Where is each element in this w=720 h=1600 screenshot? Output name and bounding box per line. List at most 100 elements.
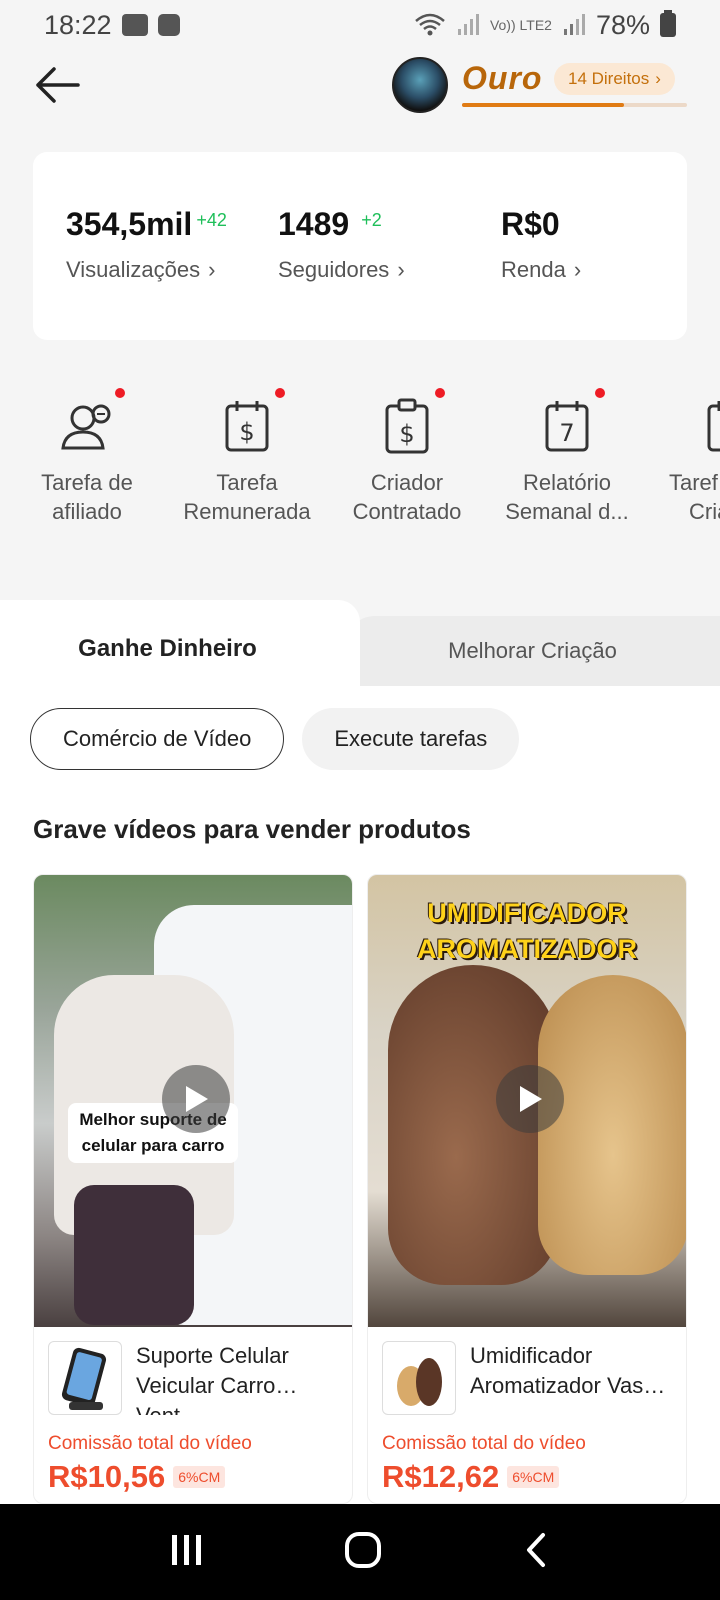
chip-video-commerce[interactable]: Comércio de Vídeo <box>30 708 285 770</box>
tab-label: Melhorar Criação <box>448 638 617 663</box>
product-name: Umidificador Aromatizador Vaso ... <box>470 1343 656 1415</box>
svg-text:$: $ <box>399 420 414 448</box>
shortcut-label: Relatório <box>522 470 612 495</box>
back-button[interactable] <box>30 60 84 110</box>
tab-label: Ganhe Dinheiro <box>78 635 257 662</box>
shortcut-weekly-report[interactable]: 7 Relatório Semanal d... <box>487 388 647 526</box>
system-back-button[interactable] <box>521 1532 551 1573</box>
svg-text:7: 7 <box>559 419 574 447</box>
shortcut-label: afiliado <box>52 499 122 524</box>
battery-percent: 78% <box>595 9 650 40</box>
commission-rate-badge: 6%CM <box>173 1466 226 1488</box>
stat-income[interactable]: R$0 Renda › <box>501 206 581 283</box>
commission-label: Comissão total do vídeo <box>48 1433 252 1454</box>
chevron-right-icon: › <box>208 257 216 282</box>
network-label: Vo)) LTE2 <box>489 17 552 33</box>
vase-light-image <box>538 975 686 1275</box>
stat-followers[interactable]: 1489 +2 Seguidores › <box>278 206 405 283</box>
stat-views-delta: +42 <box>196 210 227 230</box>
battery-icon <box>660 10 676 37</box>
chip-label: Comércio de Vídeo <box>63 726 252 751</box>
notification-dot <box>275 388 285 398</box>
commission-price: R$10,56 <box>48 1459 166 1494</box>
stat-followers-label: Seguidores <box>278 257 390 282</box>
signal-icon <box>457 14 479 35</box>
play-button[interactable] <box>162 1065 230 1133</box>
home-button[interactable] <box>343 1530 383 1575</box>
stat-views[interactable]: 354,5mil +42 Visualizações › <box>66 206 227 283</box>
product-info: Umidificador Aromatizador Vaso ... Comis… <box>368 1327 686 1495</box>
product-card[interactable]: Melhor suporte de celular para carro Sup… <box>33 874 353 1504</box>
clipboard-dollar-icon: $ <box>377 388 445 456</box>
arrow-left-icon <box>36 67 80 103</box>
status-time: 18:22 <box>44 9 112 40</box>
notification-dot <box>595 388 605 398</box>
stat-views-label: Visualizações <box>66 257 201 282</box>
shortcut-paid-task[interactable]: $ Tarefa Remunerada <box>167 388 327 526</box>
video-thumbnail[interactable]: UMIDIFICADOR AROMATIZADOR <box>368 875 686 1327</box>
rights-button[interactable]: 14 Direitos › <box>554 63 675 95</box>
stat-views-value: 354,5mil <box>66 206 193 242</box>
stats-card: 354,5mil +42 Visualizações › 1489 +2 Seguid… <box>33 152 687 340</box>
person-pants <box>74 1185 194 1325</box>
product-thumbnail <box>48 1341 122 1415</box>
commission-rate-badge: 6%CM <box>507 1466 560 1488</box>
level-name[interactable]: Ouro <box>462 60 542 97</box>
shortcut-row: Tarefa de afiliado $ Tarefa Remunerada $ C… <box>0 388 720 536</box>
shortcut-creator-task[interactable]: Taref Cria <box>647 396 720 526</box>
calendar-7-icon: 7 <box>537 388 605 456</box>
stat-followers-value: 1489 <box>278 206 350 242</box>
signal-2-icon <box>563 14 585 35</box>
shortcut-label: Contratado <box>352 499 462 524</box>
chevron-right-icon: › <box>397 257 405 282</box>
svg-text:$: $ <box>239 418 254 446</box>
product-info: Suporte Celular Veicular Carro Vent... C… <box>34 1327 352 1495</box>
chip-label: Execute tarefas <box>334 726 488 751</box>
home-icon <box>345 1531 381 1568</box>
chevron-right-icon: › <box>573 257 582 282</box>
voicemail-icon <box>121 14 148 36</box>
commission-price: R$12,62 <box>382 1459 500 1494</box>
recent-apps-button[interactable] <box>169 1532 205 1573</box>
shortcut-label: Semanal d... <box>505 499 629 524</box>
filter-chips: Comércio de Vídeo Execute tarefas <box>30 708 520 770</box>
shortcut-label: Taref <box>669 470 718 495</box>
tab-earn-money[interactable]: Ganhe Dinheiro <box>0 614 335 684</box>
stat-followers-delta: +2 <box>361 210 382 230</box>
tab-improve-creation[interactable]: Melhorar Criação <box>345 616 720 686</box>
calendar-dollar-icon: $ <box>217 388 285 456</box>
wifi-icon <box>415 13 445 36</box>
rights-label: 14 Direitos <box>568 69 650 88</box>
stat-income-value: R$0 <box>501 206 560 242</box>
product-name: Suporte Celular Veicular Carro Vent... <box>136 1343 289 1415</box>
product-card[interactable]: UMIDIFICADOR AROMATIZADOR Umidificador A… <box>367 874 687 1504</box>
product-thumbnail <box>382 1341 456 1415</box>
shortcut-affiliate-task[interactable]: Tarefa de afiliado <box>7 388 167 526</box>
recent-apps-icon <box>172 1534 201 1565</box>
avatar[interactable] <box>392 57 448 113</box>
shortcut-label: Tarefa de <box>41 470 133 495</box>
chevron-left-icon <box>527 1532 545 1567</box>
commission-label: Comissão total do vídeo <box>382 1433 586 1454</box>
notification-dot <box>435 388 445 398</box>
shortcut-label: Criador <box>370 470 444 495</box>
play-icon <box>186 1086 208 1112</box>
chevron-right-icon: › <box>655 69 661 88</box>
shortcut-label: Cria <box>689 499 720 524</box>
shortcut-label: Tarefa <box>216 470 278 495</box>
people-coin-icon <box>57 388 125 456</box>
section-title: Grave vídeos para vender produtos <box>33 814 471 844</box>
shortcut-label: Remunerada <box>183 499 311 524</box>
level-progress-bar <box>462 103 687 107</box>
clock-icon <box>157 14 180 36</box>
shortcut-hired-creator[interactable]: $ Criador Contratado <box>327 388 487 526</box>
play-icon <box>520 1086 542 1112</box>
chip-execute-tasks[interactable]: Execute tarefas <box>302 708 520 770</box>
status-bar: 18:22 Vo)) LTE2 78% <box>0 0 720 50</box>
level-progress-fill <box>462 103 624 107</box>
video-thumbnail[interactable]: Melhor suporte de celular para carro <box>34 875 352 1327</box>
header: Ouro 14 Direitos › <box>0 52 720 118</box>
video-banner: UMIDIFICADOR AROMATIZADOR <box>417 898 637 964</box>
play-button[interactable] <box>496 1065 564 1133</box>
notification-dot <box>115 388 125 398</box>
